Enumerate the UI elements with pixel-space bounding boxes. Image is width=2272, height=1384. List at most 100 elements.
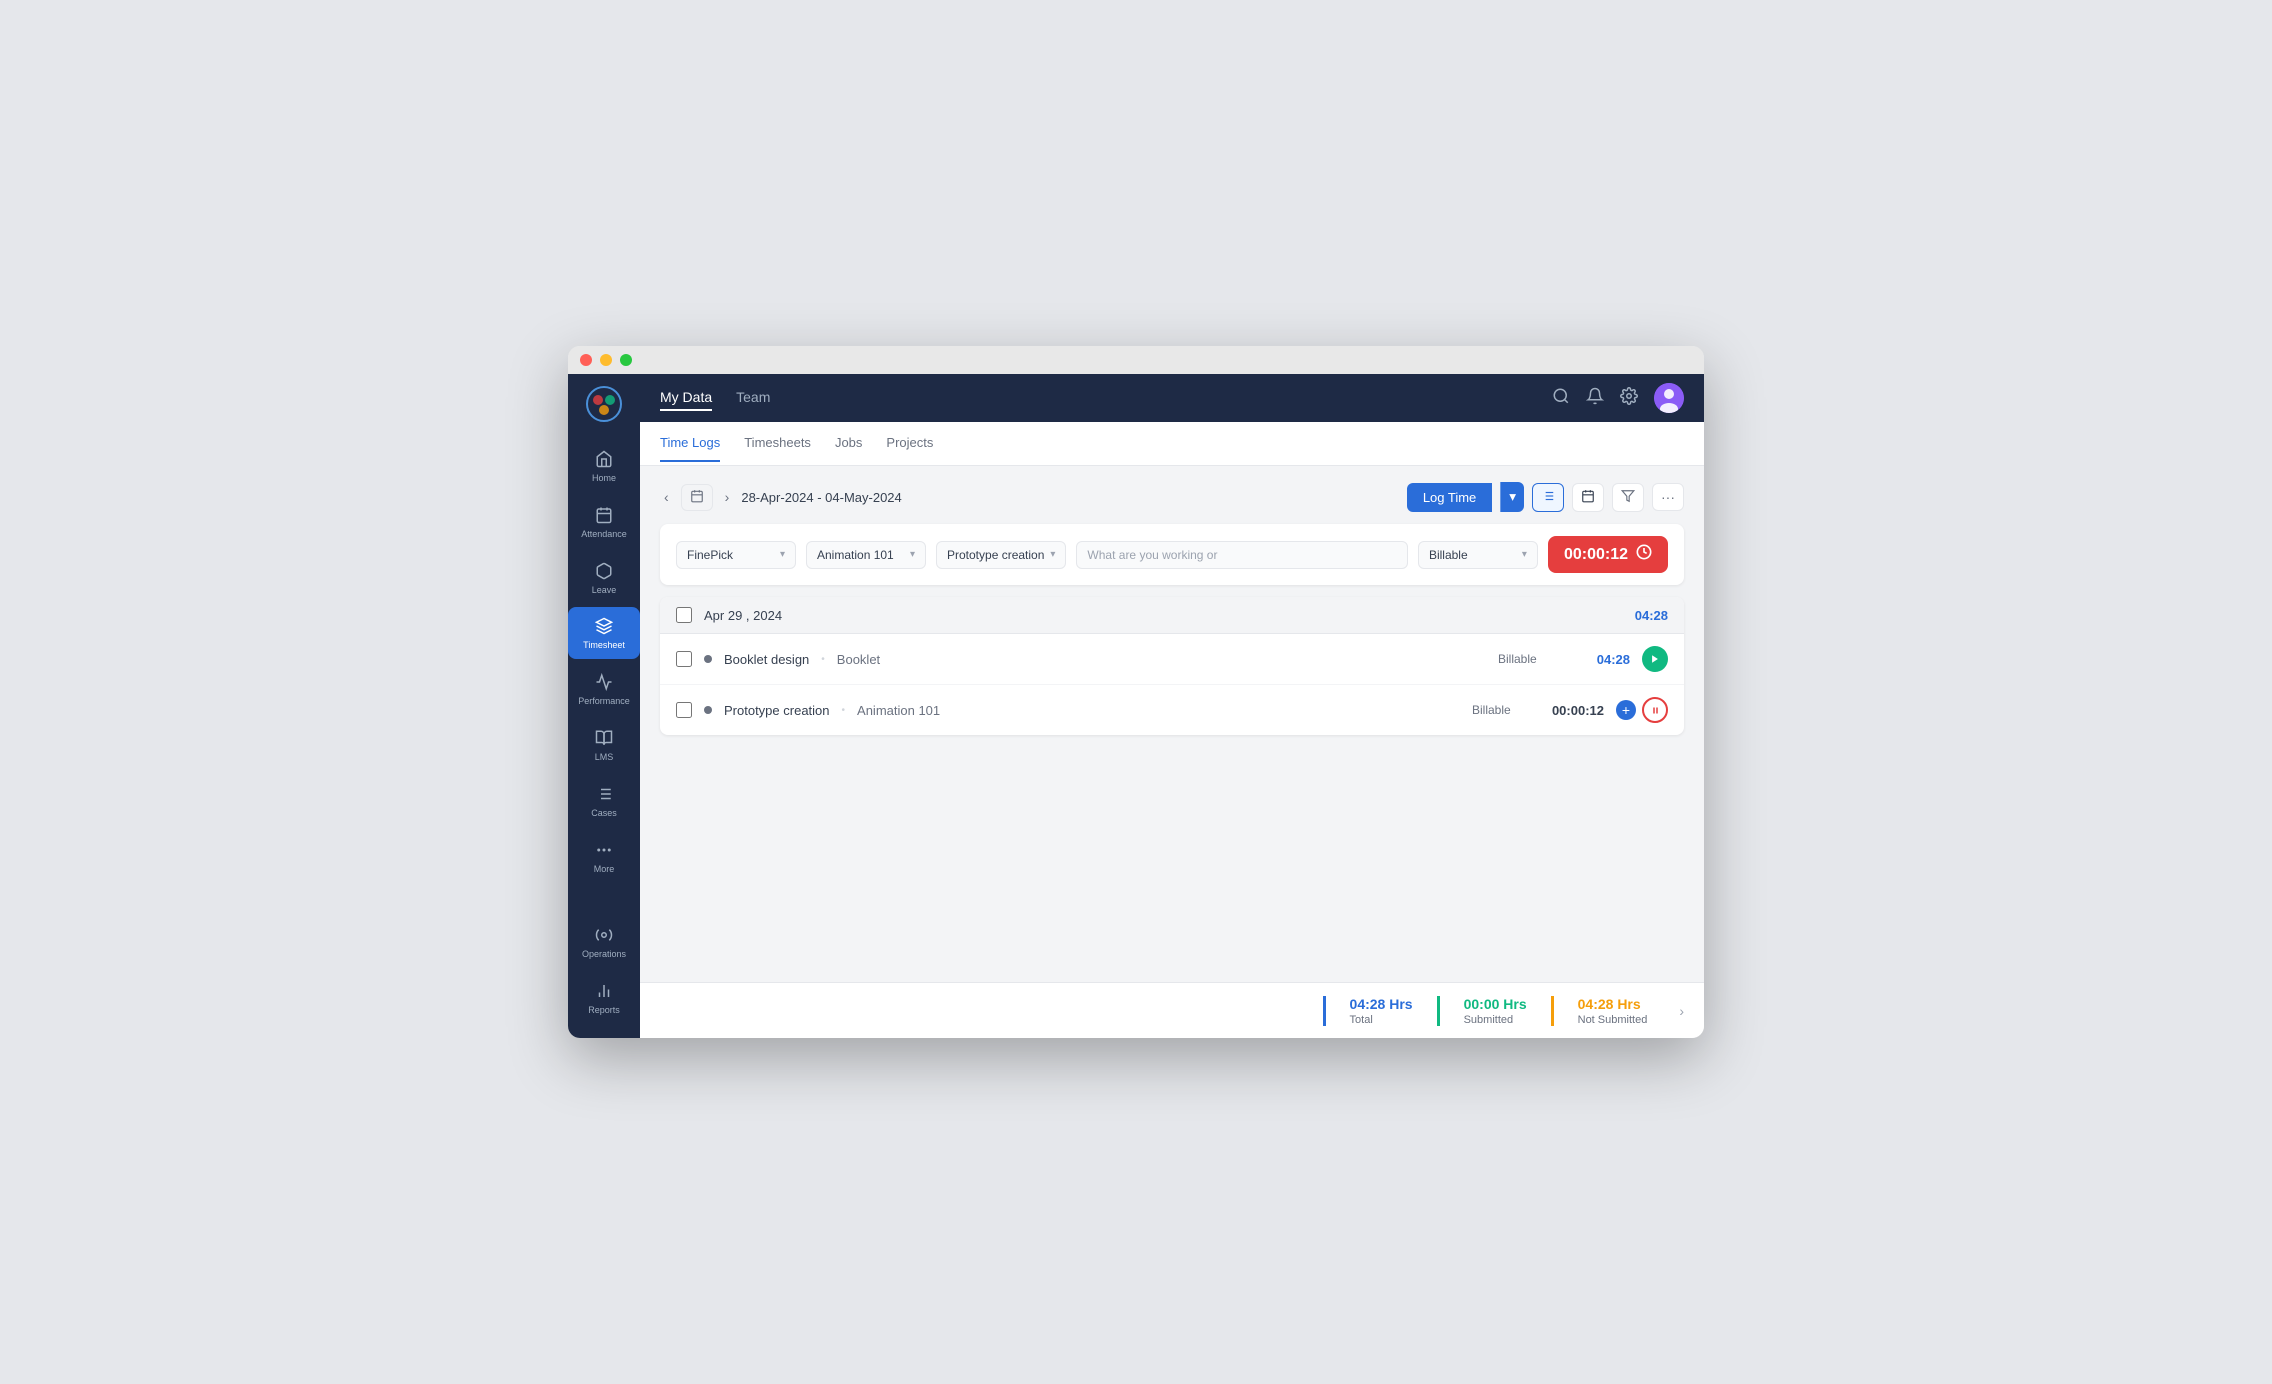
time-log-table: Apr 29 , 2024 04:28 Booklet design • Boo… — [660, 597, 1684, 735]
sidebar-item-reports[interactable]: Reports — [568, 972, 640, 1024]
company-chevron-icon: ▾ — [780, 549, 785, 560]
maximize-button[interactable] — [620, 354, 632, 366]
row-task-name-1: Booklet design — [724, 652, 809, 667]
sidebar-item-cases[interactable]: Cases — [568, 775, 640, 827]
play-button-1[interactable] — [1642, 646, 1668, 672]
sidebar-item-home[interactable]: Home — [568, 440, 640, 492]
avatar[interactable] — [1654, 383, 1684, 413]
description-placeholder: What are you working or — [1087, 548, 1217, 562]
task-value: Prototype creation — [947, 548, 1044, 562]
row-project-2: Animation 101 — [857, 703, 940, 718]
sidebar-item-label-more: More — [594, 864, 615, 875]
active-timer: 00:00:12 — [1548, 536, 1668, 573]
row-project-1: Booklet — [837, 652, 880, 667]
reports-icon — [593, 980, 615, 1002]
log-time-button[interactable]: Log Time — [1407, 483, 1492, 512]
add-button-2[interactable]: + — [1616, 700, 1636, 720]
log-time-dropdown-button[interactable]: ▾ — [1500, 482, 1524, 512]
app-logo[interactable] — [586, 386, 622, 422]
row-checkbox-1[interactable] — [676, 651, 692, 667]
app-window: Home Attendance — [568, 346, 1704, 1038]
project-chevron-icon: ▾ — [910, 549, 915, 560]
sidebar-item-operations[interactable]: Operations — [568, 916, 640, 968]
footer-stat-total: 04:28 Hrs Total — [1323, 996, 1437, 1026]
tab-my-data[interactable]: My Data — [660, 385, 712, 411]
not-submitted-value: 04:28 Hrs — [1578, 996, 1648, 1012]
project-filter[interactable]: Animation 101 ▾ — [806, 541, 926, 569]
footer-expand-icon[interactable]: › — [1679, 1003, 1684, 1019]
table-row: Booklet design • Booklet Billable 04:28 — [660, 634, 1684, 685]
operations-icon — [593, 924, 615, 946]
toolbar-right: Log Time ▾ — [1407, 482, 1684, 512]
total-value: 04:28 Hrs — [1350, 996, 1413, 1012]
attendance-icon — [593, 504, 615, 526]
search-icon[interactable] — [1552, 387, 1570, 410]
row-color-dot-1 — [704, 655, 712, 663]
sidebar-item-label-reports: Reports — [588, 1005, 620, 1016]
top-nav: My Data Team — [640, 374, 1704, 422]
row-checkbox-2[interactable] — [676, 702, 692, 718]
lms-icon — [593, 727, 615, 749]
billable-filter[interactable]: Billable ▾ — [1418, 541, 1538, 569]
view-list-button[interactable] — [1532, 483, 1564, 512]
not-submitted-label: Not Submitted — [1578, 1014, 1648, 1026]
billable-value: Billable — [1429, 548, 1468, 562]
footer-stat-submitted: 00:00 Hrs Submitted — [1437, 996, 1551, 1026]
row-billable-1: Billable — [1498, 652, 1558, 666]
footer-stats: 04:28 Hrs Total 00:00 Hrs Submitted 04:2… — [1323, 996, 1684, 1026]
table-group-header: Apr 29 , 2024 04:28 — [660, 597, 1684, 634]
row-color-dot-2 — [704, 706, 712, 714]
tab-time-logs[interactable]: Time Logs — [660, 435, 720, 462]
row-time-2: 00:00:12 — [1544, 703, 1604, 718]
view-calendar-button[interactable] — [1572, 483, 1604, 512]
sidebar-item-attendance[interactable]: Attendance — [568, 496, 640, 548]
sidebar-item-timesheet[interactable]: Timesheet — [568, 607, 640, 659]
timer-stop-icon[interactable] — [1636, 544, 1652, 565]
date-prev-button[interactable]: ‹ — [660, 485, 673, 509]
date-range-label: 28-Apr-2024 - 04-May-2024 — [741, 490, 901, 505]
row-time-1: 04:28 — [1570, 652, 1630, 667]
sidebar-item-leave[interactable]: Leave — [568, 552, 640, 604]
bell-icon[interactable] — [1586, 387, 1604, 410]
app-body: Home Attendance — [568, 374, 1704, 1038]
description-input[interactable]: What are you working or — [1076, 541, 1408, 569]
sidebar-item-performance[interactable]: Performance — [568, 663, 640, 715]
sidebar-item-label-timesheet: Timesheet — [583, 640, 625, 651]
date-next-button[interactable]: › — [721, 485, 734, 509]
content-area: ‹ › 28-Apr-2024 - 04-May-2024 — [640, 466, 1704, 982]
main-area: My Data Team — [640, 374, 1704, 1038]
sidebar-item-label-attendance: Attendance — [581, 529, 627, 540]
home-icon — [593, 448, 615, 470]
pause-button-2[interactable] — [1642, 697, 1668, 723]
timer-value: 00:00:12 — [1564, 546, 1628, 564]
tab-team[interactable]: Team — [736, 385, 770, 411]
leave-icon — [593, 560, 615, 582]
sidebar-item-lms[interactable]: LMS — [568, 719, 640, 771]
close-button[interactable] — [580, 354, 592, 366]
company-value: FinePick — [687, 548, 733, 562]
more-options-button[interactable]: ··· — [1652, 483, 1684, 511]
row-task-name-2: Prototype creation — [724, 703, 830, 718]
more-icon — [593, 839, 615, 861]
task-filter[interactable]: Prototype creation ▾ — [936, 541, 1066, 569]
sub-nav: Time Logs Timesheets Jobs Projects — [640, 422, 1704, 466]
calendar-button[interactable] — [681, 484, 713, 511]
group-checkbox[interactable] — [676, 607, 692, 623]
settings-icon[interactable] — [1620, 387, 1638, 410]
total-label: Total — [1350, 1014, 1413, 1026]
filter-button[interactable] — [1612, 483, 1644, 512]
row-actions-1 — [1642, 646, 1668, 672]
filter-bar: FinePick ▾ Animation 101 ▾ Prototype cre… — [660, 524, 1684, 585]
timesheet-icon — [593, 615, 615, 637]
billable-chevron-icon: ▾ — [1522, 549, 1527, 560]
company-filter[interactable]: FinePick ▾ — [676, 541, 796, 569]
date-nav: ‹ › 28-Apr-2024 - 04-May-2024 — [660, 484, 902, 511]
group-total-time: 04:28 — [1635, 608, 1668, 623]
tab-timesheets[interactable]: Timesheets — [744, 435, 811, 462]
submitted-label: Submitted — [1464, 1014, 1527, 1026]
sidebar-item-more[interactable]: More — [568, 831, 640, 883]
group-date: Apr 29 , 2024 — [704, 608, 1623, 623]
minimize-button[interactable] — [600, 354, 612, 366]
tab-jobs[interactable]: Jobs — [835, 435, 862, 462]
tab-projects[interactable]: Projects — [886, 435, 933, 462]
